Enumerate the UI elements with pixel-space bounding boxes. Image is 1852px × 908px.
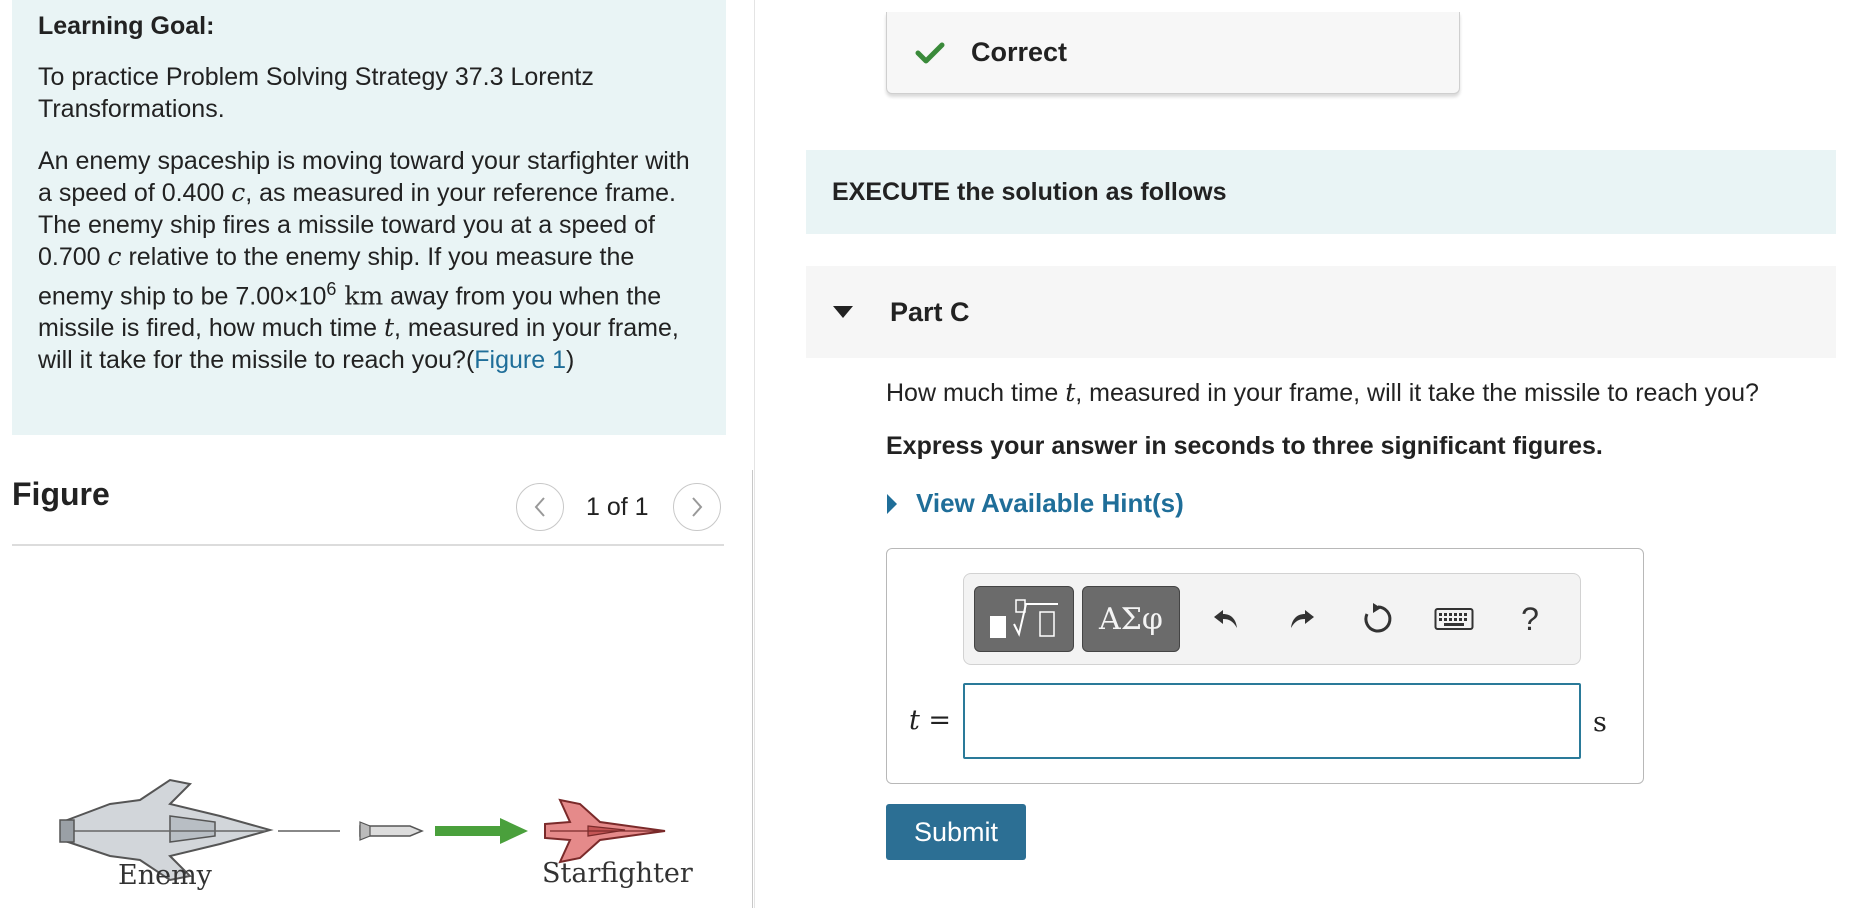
goal-intro: To practice Problem Solving Strategy 37.… [38, 63, 594, 123]
checkmark-icon [915, 42, 945, 63]
help-label: ? [1521, 600, 1539, 637]
time-variable: t [1065, 378, 1076, 407]
view-hints-link[interactable]: View Available Hint(s) [886, 488, 1184, 519]
chevron-right-icon [691, 497, 702, 517]
next-figure-button[interactable] [672, 483, 721, 531]
greek-symbols-button[interactable]: ΑΣφ [1082, 586, 1180, 652]
enemy-label: Enemy [118, 860, 212, 891]
redo-icon [1291, 610, 1314, 628]
figure-counter: 1 of 1 [586, 492, 649, 521]
figure-link[interactable]: Figure 1 [474, 346, 566, 374]
exponent: 6 [326, 279, 337, 299]
missile-icon [359, 821, 424, 841]
hints-label: View Available Hint(s) [916, 488, 1184, 518]
reset-button[interactable] [1340, 586, 1416, 652]
figure-heading: Figure [12, 476, 110, 512]
correct-feedback: Correct [886, 12, 1460, 94]
redo-button[interactable] [1264, 586, 1340, 652]
question-part: How much time [886, 379, 1066, 407]
problem-text: ) [566, 346, 575, 375]
keyboard-button[interactable] [1416, 586, 1492, 652]
question-part: , measured in your frame, will it take t… [1075, 379, 1759, 407]
greek-label: ΑΣφ [1099, 601, 1163, 637]
panel-splitter[interactable] [752, 470, 753, 908]
caret-right-icon [887, 493, 897, 514]
math-toolbar: ΑΣφ ? [963, 573, 1581, 665]
goal-title: Learning Goal: [38, 12, 215, 40]
answer-input[interactable] [963, 683, 1581, 759]
var-text: t = [909, 705, 952, 736]
undo-button[interactable] [1188, 586, 1264, 652]
answer-variable-label: t = [909, 705, 951, 736]
starfighter-icon [544, 798, 666, 864]
chevron-left-icon [534, 497, 545, 517]
caret-down-icon [833, 306, 853, 318]
figure-pager: 1 of 1 [516, 482, 721, 532]
part-c-header[interactable]: Part C [806, 266, 1836, 358]
panel-divider [754, 0, 755, 908]
speed-of-light-symbol: c [231, 178, 246, 207]
question-text: How much time t, measured in your frame,… [886, 378, 1759, 408]
fraction-sqrt-templates-icon [990, 599, 1058, 638]
velocity-arrow-icon [435, 818, 528, 844]
keyboard-icon [1434, 608, 1474, 630]
left-panel: Learning Goal: To practice Problem Solvi… [0, 0, 752, 908]
correct-label: Correct [971, 37, 1068, 67]
answer-unit: s [1593, 707, 1607, 738]
templates-button[interactable] [974, 586, 1074, 652]
undo-icon [1214, 610, 1237, 628]
km-unit: km [336, 281, 384, 311]
starfighter-label: Starfighter [542, 858, 693, 889]
previous-figure-button[interactable] [516, 483, 564, 531]
submit-button[interactable]: Submit [886, 804, 1026, 860]
section-header: EXECUTE the solution as follows [806, 150, 1836, 234]
reset-icon [1364, 603, 1392, 633]
answer-instruction: Express your answer in seconds to three … [886, 432, 1603, 460]
problem-statement: An enemy spaceship is moving toward your… [38, 145, 700, 376]
figure-divider [12, 544, 724, 546]
time-variable: t [383, 313, 394, 343]
part-label: Part C [890, 296, 970, 327]
learning-goal-box: Learning Goal: To practice Problem Solvi… [12, 0, 726, 435]
answer-box: ΑΣφ ? t = s [886, 548, 1644, 784]
speed-of-light-symbol: c [107, 242, 122, 271]
help-button[interactable]: ? [1492, 586, 1568, 652]
